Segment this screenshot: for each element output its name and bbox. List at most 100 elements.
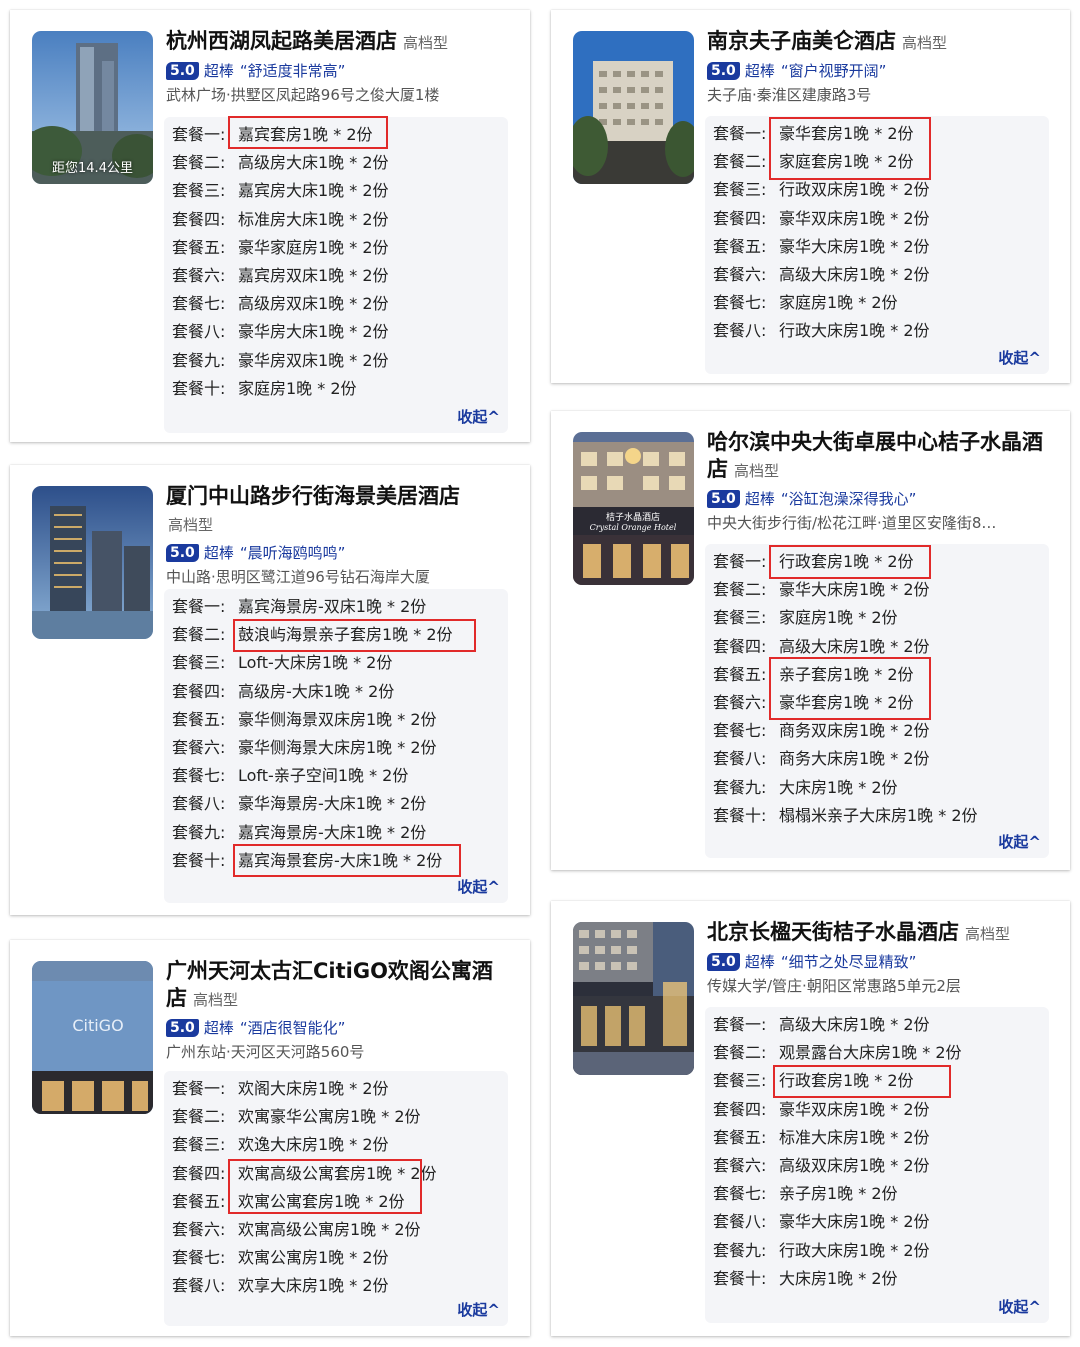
package-row: 套餐六: 嘉宾房双床1晚 * 2份 — [172, 266, 389, 286]
package-row: 套餐四: 豪华双床房1晚 * 2份 — [713, 208, 930, 228]
package-row: 套餐六: 豪华侧海景大床房1晚 * 2份 — [172, 738, 437, 758]
package-row: 套餐八: 行政大床房1晚 * 2份 — [713, 321, 930, 341]
hotel-address: 夫子庙·秦淮区建康路3号 — [707, 86, 872, 104]
hotel-tier: 高档型 — [734, 462, 780, 480]
hotel-photo[interactable]: 距您14.4公里 — [32, 31, 153, 184]
hotel-photo[interactable] — [573, 31, 694, 184]
package-row: 套餐一: 高级大床房1晚 * 2份 — [713, 1015, 930, 1034]
hotel-title[interactable]: 北京长楹天街桔子水晶酒店 高档型 — [707, 919, 1050, 948]
hotel-card-nanjing[interactable]: 南京夫子庙美仑酒店 高档型 5.0 超棒 “窗户视野开阔” 夫子庙·秦淮区建康路3号 … — [551, 10, 1070, 383]
hotel-card-beijing[interactable]: 北京长楹天街桔子水晶酒店 高档型 5.0 超棒 “细节之处尽显精致” 传媒大学/管庄·… — [551, 901, 1070, 1336]
package-row: 套餐九: 行政大床房1晚 * 2份 — [713, 1240, 930, 1260]
hotel-address: 中央大街步行街/松花江畔·道里区安隆街8… — [707, 514, 997, 532]
review-quote: “晨听海鸥鸣鸣” — [239, 544, 346, 562]
package-row: 套餐六: 欢寓高级公寓房1晚 * 2份 — [172, 1220, 421, 1240]
hotel-tier: 高档型 — [965, 925, 1011, 943]
package-row: 套餐七: 商务双床房1晚 * 2份 — [713, 721, 930, 741]
rating-row: 5.0 超棒 “晨听海鸥鸣鸣” — [166, 542, 510, 564]
package-row: 套餐二: 高级房大床1晚 * 2份 — [172, 153, 389, 173]
collapse-button[interactable]: 收起^ — [457, 876, 500, 897]
rating-row: 5.0 超棒 “酒店很智能化” — [166, 1017, 510, 1039]
package-row: 套餐五: 标准大床房1晚 * 2份 — [713, 1127, 930, 1147]
hotel-card-guangzhou[interactable]: CitiGO 广州天河太古汇CitiGO欢阁公寓酒店 高档型 5.0 超棒 “酒店很智… — [10, 940, 530, 1336]
hotel-sign-text-en: Crystal Orange Hotel — [590, 523, 677, 532]
hotel-title[interactable]: 南京夫子庙美仑酒店 高档型 — [707, 28, 1050, 57]
hotel-address: 传媒大学/管庄·朝阳区常惠路5单元2层 — [707, 977, 961, 995]
hotel-photo[interactable] — [573, 922, 694, 1075]
highlight-box — [233, 619, 476, 652]
hotel-title[interactable]: 广州天河太古汇CitiGO欢阁公寓酒店 高档型 — [166, 958, 510, 1014]
grade-label: 超棒 — [744, 953, 775, 971]
hotel-photo[interactable] — [32, 486, 153, 639]
package-row: 套餐七: 欢寓公寓房1晚 * 2份 — [172, 1248, 389, 1268]
review-quote: “浴缸泡澡深得我心” — [780, 490, 917, 508]
package-row: 套餐三: 欢逸大床房1晚 * 2份 — [172, 1135, 389, 1155]
package-row: 套餐四: 高级房-大床1晚 * 2份 — [172, 681, 395, 701]
highlight-box — [233, 844, 461, 877]
grade-label: 超棒 — [203, 62, 234, 80]
hotel-address: 中山路·思明区鹭江道96号钻石海岸大厦 — [166, 568, 430, 586]
review-quote: “窗户视野开阔” — [780, 62, 887, 80]
rating-row: 5.0 超棒 “细节之处尽显精致” — [707, 951, 1050, 973]
hotel-card-harbin[interactable]: 桔子水晶酒店 Crystal Orange Hotel 哈尔滨中央大街卓展中心桔… — [551, 411, 1070, 870]
package-row: 套餐九: 大床房1晚 * 2份 — [713, 777, 898, 797]
rating-row: 5.0 超棒 “浴缸泡澡深得我心” — [707, 488, 1050, 510]
package-row: 套餐五: 豪华大床房1晚 * 2份 — [713, 236, 930, 256]
collapse-button[interactable]: 收起^ — [998, 1296, 1041, 1317]
package-row: 套餐八: 豪华大床房1晚 * 2份 — [713, 1212, 930, 1232]
hotel-photo[interactable]: 桔子水晶酒店 Crystal Orange Hotel — [573, 432, 694, 585]
score-badge: 5.0 — [707, 62, 740, 80]
package-row: 套餐四: 豪华双床房1晚 * 2份 — [713, 1099, 930, 1119]
hotel-tier: 高档型 — [193, 991, 239, 1009]
score-badge: 5.0 — [166, 544, 199, 562]
package-row: 套餐八: 欢享大床房1晚 * 2份 — [172, 1276, 389, 1296]
package-row: 套餐七: 亲子房1晚 * 2份 — [713, 1184, 898, 1204]
package-row: 套餐五: 豪华侧海景双床房1晚 * 2份 — [172, 709, 437, 729]
collapse-button[interactable]: 收起^ — [457, 1299, 500, 1320]
grade-label: 超棒 — [203, 544, 234, 562]
hotel-title[interactable]: 厦门中山路步行街海景美居酒店 高档型 — [166, 483, 510, 539]
package-row: 套餐十: 榻榻米亲子大床房1晚 * 2份 — [713, 805, 978, 825]
package-row: 套餐二: 观景露台大床房1晚 * 2份 — [713, 1043, 962, 1063]
hotel-card-xiamen[interactable]: 厦门中山路步行街海景美居酒店 高档型 5.0 超棒 “晨听海鸥鸣鸣” 中山路·思明区鹭… — [10, 465, 530, 915]
highlight-box — [228, 116, 388, 149]
package-row: 套餐一: 欢阁大床房1晚 * 2份 — [172, 1079, 389, 1098]
review-quote: “酒店很智能化” — [239, 1019, 346, 1037]
package-row: 套餐三: 嘉宾房大床1晚 * 2份 — [172, 181, 389, 201]
package-row: 套餐七: Loft-亲子空间1晚 * 2份 — [172, 766, 409, 786]
review-quote: “舒适度非常高” — [239, 62, 346, 80]
package-row: 套餐七: 高级房双床1晚 * 2份 — [172, 294, 389, 314]
package-row: 套餐二: 欢寓豪华公寓房1晚 * 2份 — [172, 1107, 421, 1127]
score-badge: 5.0 — [707, 490, 740, 508]
package-row: 套餐二: 豪华大床房1晚 * 2份 — [713, 580, 930, 600]
package-row: 套餐九: 嘉宾海景房-大床1晚 * 2份 — [172, 822, 427, 842]
score-badge: 5.0 — [707, 953, 740, 971]
hotel-tier: 高档型 — [403, 34, 449, 52]
package-row: 套餐十: 家庭房1晚 * 2份 — [172, 378, 357, 398]
hotel-card-hangzhou[interactable]: 距您14.4公里 杭州西湖凤起路美居酒店 高档型 5.0 超棒 “舒适度非常高” 武林… — [10, 10, 530, 442]
package-list: 套餐一: 高级大床房1晚 * 2份 套餐二: 观景露台大床房1晚 * 2份 套餐三:… — [705, 1007, 1049, 1323]
score-badge: 5.0 — [166, 1019, 199, 1037]
score-badge: 5.0 — [166, 62, 199, 80]
package-row: 套餐六: 高级大床房1晚 * 2份 — [713, 265, 930, 285]
package-row: 套餐七: 家庭房1晚 * 2份 — [713, 293, 898, 313]
package-row: 套餐九: 豪华房双床1晚 * 2份 — [172, 350, 389, 370]
distance-label: 距您14.4公里 — [52, 161, 133, 176]
package-row: 套餐三: Loft-大床房1晚 * 2份 — [172, 653, 393, 673]
package-row: 套餐五: 豪华家庭房1晚 * 2份 — [172, 237, 389, 257]
hotel-tier: 高档型 — [168, 516, 214, 534]
collapse-button[interactable]: 收起^ — [457, 406, 500, 427]
hotel-sign-text: 桔子水晶酒店 — [606, 511, 660, 523]
package-list: 套餐一: 嘉宾套房1晚 * 2份 套餐二: 高级房大床1晚 * 2份 套餐三: 嘉宾房… — [164, 117, 508, 433]
highlight-box — [769, 545, 931, 579]
hotel-address: 广州东站·天河区天河路560号 — [166, 1043, 365, 1061]
hotel-title[interactable]: 杭州西湖凤起路美居酒店 高档型 — [166, 28, 510, 57]
collapse-button[interactable]: 收起^ — [998, 347, 1041, 368]
package-row: 套餐四: 标准房大床1晚 * 2份 — [172, 209, 389, 229]
hotel-photo[interactable]: CitiGO — [32, 961, 153, 1114]
hotel-title[interactable]: 哈尔滨中央大街卓展中心桔子水晶酒店 高档型 — [707, 429, 1050, 485]
collapse-button[interactable]: 收起^ — [998, 831, 1041, 852]
package-row: 套餐三: 家庭房1晚 * 2份 — [713, 608, 898, 628]
grade-label: 超棒 — [744, 490, 775, 508]
package-row: 套餐十: 大床房1晚 * 2份 — [713, 1268, 898, 1288]
